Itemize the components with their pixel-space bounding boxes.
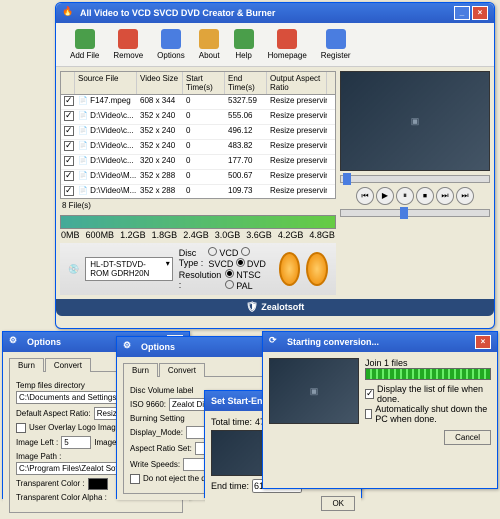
- table-row[interactable]: 📄 D:\Video\c...352 x 2400496.12Resize pr…: [61, 125, 335, 140]
- size-ruler: 0MB600MB1.2GB1.8GB2.4GB3.0GB3.6GB4.2GB4.…: [60, 215, 336, 229]
- options-icon: ⚙: [123, 340, 137, 354]
- burn-button[interactable]: [306, 252, 328, 286]
- disctype-VCD[interactable]: [208, 247, 217, 256]
- drive-icon: 💿: [68, 264, 79, 275]
- prev-button[interactable]: ⏮: [356, 187, 374, 205]
- resolution-group: Resolution : NTSC PAL: [179, 269, 267, 291]
- end-button[interactable]: ⏭: [456, 187, 474, 205]
- col-header[interactable]: Video Size: [137, 72, 183, 94]
- dlg4-close-button[interactable]: ×: [475, 335, 491, 349]
- disctype-DVD[interactable]: [236, 258, 245, 267]
- stop-button[interactable]: ⏹: [416, 187, 434, 205]
- toolbar-register[interactable]: Register: [315, 27, 357, 62]
- tab-convert-2[interactable]: Convert: [159, 363, 205, 377]
- table-row[interactable]: 📄 D:\Video\c...320 x 2400177.70Resize pr…: [61, 155, 335, 170]
- main-window: 🔥 All Video to VCD SVCD DVD Creator & Bu…: [55, 2, 495, 329]
- toolbar-homepage[interactable]: Homepage: [262, 27, 313, 62]
- file-count: 8 File(s): [60, 199, 336, 212]
- row-checkbox[interactable]: [64, 96, 74, 106]
- preview-image: ▣: [340, 71, 490, 171]
- row-checkbox[interactable]: [64, 111, 74, 121]
- register-icon: [326, 29, 346, 49]
- add file-icon: [75, 29, 95, 49]
- preview-pane: ▣ ⏮ ▶ ⏸ ⏹ ⏭ ⏭: [340, 71, 490, 295]
- minimize-button[interactable]: _: [454, 6, 470, 20]
- remove-icon: [118, 29, 138, 49]
- bottom-bar: 💿 HL-DT-STDVD-ROM GDRH20N Disc Type : VC…: [60, 243, 336, 295]
- row-checkbox[interactable]: [64, 156, 74, 166]
- autoshut-checkbox[interactable]: [365, 409, 372, 419]
- tab-convert[interactable]: Convert: [45, 358, 91, 372]
- options-icon: [161, 29, 181, 49]
- col-header[interactable]: Output Aspect Ratio: [267, 72, 327, 94]
- dlg4-titlebar: ⟳ Starting conversion... ×: [263, 332, 497, 352]
- imageleft-input[interactable]: [61, 436, 91, 449]
- homepage-icon: [277, 29, 297, 49]
- displaylist-checkbox[interactable]: [365, 389, 374, 399]
- table-header: Source FileVideo SizeStart Time(s)End Ti…: [61, 72, 335, 95]
- res-NTSC[interactable]: [225, 269, 234, 278]
- transparent-color-swatch[interactable]: [88, 478, 108, 490]
- help-icon: [234, 29, 254, 49]
- table-row[interactable]: 📄 D:\Video\c...352 x 2400483.82Resize pr…: [61, 140, 335, 155]
- res-PAL[interactable]: [225, 280, 234, 289]
- toolbar-addfile[interactable]: Add File: [64, 27, 105, 62]
- progress-bar: [365, 368, 491, 380]
- table-row[interactable]: 📄 D:\Video\M...352 x 2880500.67Resize pr…: [61, 170, 335, 185]
- about-icon: [199, 29, 219, 49]
- toolbar-help[interactable]: Help: [228, 27, 260, 62]
- row-checkbox[interactable]: [64, 186, 74, 196]
- app-icon: 🔥: [62, 6, 76, 20]
- toolbar-about[interactable]: About: [193, 27, 226, 62]
- convert-button[interactable]: [279, 252, 301, 286]
- app-title: All Video to VCD SVCD DVD Creator & Burn…: [80, 8, 275, 18]
- col-header[interactable]: Start Time(s): [183, 72, 225, 94]
- ok-button[interactable]: OK: [321, 496, 355, 511]
- toolbar-options[interactable]: Options: [151, 27, 191, 62]
- table-row[interactable]: 📄 D:\Video\M...352 x 2880109.73Resize pr…: [61, 185, 335, 199]
- main-titlebar: 🔥 All Video to VCD SVCD DVD Creator & Bu…: [56, 3, 494, 23]
- disctype-SVCD[interactable]: [241, 247, 250, 256]
- toolbar-remove[interactable]: Remove: [107, 27, 149, 62]
- volume-slider[interactable]: [340, 209, 490, 217]
- eject-checkbox[interactable]: [130, 474, 140, 484]
- brand-bar: 🛡 Zealotsoft: [56, 299, 494, 316]
- pause-button[interactable]: ⏸: [396, 187, 414, 205]
- col-header[interactable]: Source File: [75, 72, 137, 94]
- table-row[interactable]: 📄 F147.mpeg608 x 34405327.59Resize prese…: [61, 95, 335, 110]
- toolbar: Add FileRemoveOptionsAboutHelpHomepageRe…: [56, 23, 494, 67]
- cancel-button[interactable]: Cancel: [444, 430, 491, 445]
- drive-select[interactable]: HL-DT-STDVD-ROM GDRH20N: [85, 257, 173, 281]
- close-button[interactable]: ×: [472, 6, 488, 20]
- row-checkbox[interactable]: [64, 171, 74, 181]
- row-checkbox[interactable]: [64, 141, 74, 151]
- col-header[interactable]: End Time(s): [225, 72, 267, 94]
- tab-burn[interactable]: Burn: [9, 358, 44, 372]
- overlay-checkbox[interactable]: [16, 423, 26, 433]
- tab-burn-2[interactable]: Burn: [123, 363, 158, 377]
- col-header[interactable]: [61, 72, 75, 94]
- conversion-dialog: ⟳ Starting conversion... × ▣ Join 1 file…: [262, 331, 498, 489]
- table-row[interactable]: 📄 D:\Video\c...352 x 2400555.06Resize pr…: [61, 110, 335, 125]
- seek-slider[interactable]: [340, 175, 490, 183]
- dlg4-preview: ▣: [269, 358, 359, 424]
- join-label: Join 1 files: [365, 358, 491, 368]
- options-icon: ⚙: [9, 335, 23, 349]
- file-table: Source FileVideo SizeStart Time(s)End Ti…: [60, 71, 336, 199]
- row-checkbox[interactable]: [64, 126, 74, 136]
- play-button[interactable]: ▶: [376, 187, 394, 205]
- convert-icon: ⟳: [269, 335, 283, 349]
- next-button[interactable]: ⏭: [436, 187, 454, 205]
- disctype-group: Disc Type : VCD SVCD DVD: [179, 247, 267, 269]
